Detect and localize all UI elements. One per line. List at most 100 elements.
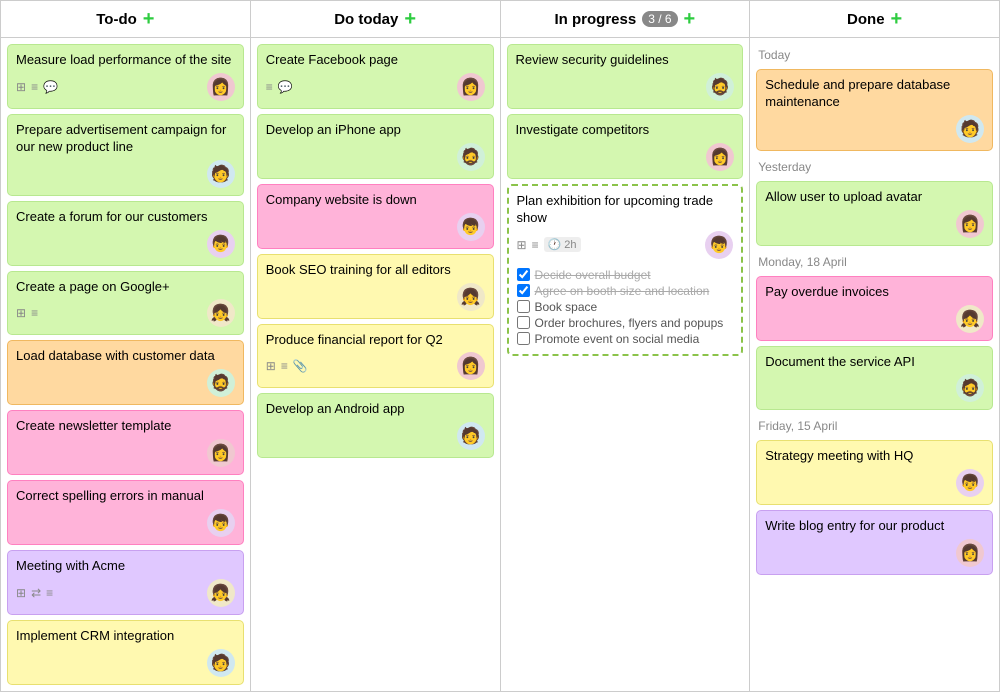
checkbox-4[interactable] xyxy=(517,316,530,329)
card-c9[interactable]: Implement CRM integration 🧑 xyxy=(7,620,244,685)
checkbox-5[interactable] xyxy=(517,332,530,345)
card-c6[interactable]: Create newsletter template 👩 xyxy=(7,410,244,475)
card-c3[interactable]: Create a forum for our customers 👦 xyxy=(7,201,244,266)
avatar-c3: 👦 xyxy=(207,230,235,258)
add-dotoday-button[interactable]: + xyxy=(404,9,416,29)
card-p2[interactable]: Investigate competitors 👩 xyxy=(507,114,744,179)
card-icons-d5: ⊞ ≡ 📎 xyxy=(266,359,308,373)
avatar-d2: 🧔 xyxy=(457,143,485,171)
avatar-d5: 👩 xyxy=(457,352,485,380)
todo-body: Measure load performance of the site ⊞ ≡… xyxy=(1,38,250,691)
card-title-p2: Investigate competitors xyxy=(516,122,735,139)
avatar-c5: 🧔 xyxy=(207,369,235,397)
card-d3[interactable]: Company website is down 👦 xyxy=(257,184,494,249)
card-footer-c6: 👩 xyxy=(16,439,235,467)
avatar-p2: 👩 xyxy=(706,143,734,171)
add-inprogress-button[interactable]: + xyxy=(684,9,696,29)
card-d6[interactable]: Develop an Android app 🧑 xyxy=(257,393,494,458)
card-c4[interactable]: Create a page on Google+ ⊞ ≡ 👧 xyxy=(7,271,244,336)
grid-icon: ⊞ xyxy=(16,586,26,600)
card-dn2[interactable]: Allow user to upload avatar 👩 xyxy=(756,181,993,246)
card-title-d2: Develop an iPhone app xyxy=(266,122,485,139)
card-icons-c8: ⊞ ⇄ ≡ xyxy=(16,586,53,600)
avatar-d6: 🧑 xyxy=(457,422,485,450)
avatar-dn5: 👦 xyxy=(956,469,984,497)
card-footer-c1: ⊞ ≡ 💬 👩 xyxy=(16,73,235,101)
card-p1[interactable]: Review security guidelines 🧔 xyxy=(507,44,744,109)
card-footer-d2: 🧔 xyxy=(266,143,485,171)
card-footer-c7: 👦 xyxy=(16,509,235,537)
column-inprogress: In progress 3 / 6 + Review security guid… xyxy=(501,1,751,691)
column-title-dotoday: Do today xyxy=(334,11,398,28)
grid-icon: ⊞ xyxy=(16,306,26,320)
list-icon: ≡ xyxy=(266,80,273,94)
card-title-p3: Plan exhibition for upcoming trade show xyxy=(517,193,734,227)
card-icons-d1: ≡ 💬 xyxy=(266,80,293,94)
column-header-done: Done + xyxy=(750,1,999,38)
list-icon: ≡ xyxy=(31,80,38,94)
list-icon: ≡ xyxy=(281,359,288,373)
clip-icon: 📎 xyxy=(293,359,308,373)
avatar-c6: 👩 xyxy=(207,439,235,467)
card-dn1[interactable]: Schedule and prepare database maintenanc… xyxy=(756,69,993,151)
card-dn3[interactable]: Pay overdue invoices 👧 xyxy=(756,276,993,341)
card-footer-dn1: 🧑 xyxy=(765,115,984,143)
card-title-c2: Prepare advertisement campaign for our n… xyxy=(16,122,235,156)
card-dn6[interactable]: Write blog entry for our product 👩 xyxy=(756,510,993,575)
card-d5[interactable]: Produce financial report for Q2 ⊞ ≡ 📎 👩 xyxy=(257,324,494,389)
card-c8[interactable]: Meeting with Acme ⊞ ⇄ ≡ 👧 xyxy=(7,550,244,615)
checklist-item-1: Decide overall budget xyxy=(517,267,734,283)
card-title-d1: Create Facebook page xyxy=(266,52,485,69)
checklist-item-5: Promote event on social media xyxy=(517,331,734,347)
time-value: 2h xyxy=(564,239,576,251)
avatar-dn2: 👩 xyxy=(956,210,984,238)
card-d4[interactable]: Book SEO training for all editors 👧 xyxy=(257,254,494,319)
repeat-icon: ⇄ xyxy=(31,586,41,600)
card-c2[interactable]: Prepare advertisement campaign for our n… xyxy=(7,114,244,196)
card-c1[interactable]: Measure load performance of the site ⊞ ≡… xyxy=(7,44,244,109)
card-title-d6: Develop an Android app xyxy=(266,401,485,418)
progress-badge: 3 / 6 xyxy=(642,11,677,27)
card-title-c1: Measure load performance of the site xyxy=(16,52,235,69)
column-title-done: Done xyxy=(847,11,885,28)
avatar-d1: 👩 xyxy=(457,73,485,101)
card-title-c7: Correct spelling errors in manual xyxy=(16,488,235,505)
card-d2[interactable]: Develop an iPhone app 🧔 xyxy=(257,114,494,179)
checklist-label-3: Book space xyxy=(535,300,598,314)
avatar-dn6: 👩 xyxy=(956,539,984,567)
card-footer-c8: ⊞ ⇄ ≡ 👧 xyxy=(16,579,235,607)
card-footer-d3: 👦 xyxy=(266,213,485,241)
card-footer-c4: ⊞ ≡ 👧 xyxy=(16,299,235,327)
avatar-c4: 👧 xyxy=(207,299,235,327)
checkbox-2[interactable] xyxy=(517,284,530,297)
avatar-p3: 👦 xyxy=(705,231,733,259)
card-d1[interactable]: Create Facebook page ≡ 💬 👩 xyxy=(257,44,494,109)
avatar-c2: 🧑 xyxy=(207,160,235,188)
card-footer-dn3: 👧 xyxy=(765,305,984,333)
checklist-item-2: Agree on booth size and location xyxy=(517,283,734,299)
list-icon: ≡ xyxy=(532,238,539,252)
card-footer-p1: 🧔 xyxy=(516,73,735,101)
list-icon: ≡ xyxy=(31,306,38,320)
date-label-friday: Friday, 15 April xyxy=(756,415,993,435)
column-done: Done + Today Schedule and prepare databa… xyxy=(750,1,999,691)
avatar-d4: 👧 xyxy=(457,283,485,311)
avatar-c9: 🧑 xyxy=(207,649,235,677)
card-p3[interactable]: Plan exhibition for upcoming trade show … xyxy=(507,184,744,356)
avatar-c7: 👦 xyxy=(207,509,235,537)
checkbox-1[interactable] xyxy=(517,268,530,281)
checkbox-3[interactable] xyxy=(517,300,530,313)
grid-icon: ⊞ xyxy=(266,359,276,373)
card-c5[interactable]: Load database with customer data 🧔 xyxy=(7,340,244,405)
card-dn5[interactable]: Strategy meeting with HQ 👦 xyxy=(756,440,993,505)
add-todo-button[interactable]: + xyxy=(143,9,155,29)
add-done-button[interactable]: + xyxy=(891,9,903,29)
avatar-dn3: 👧 xyxy=(956,305,984,333)
checklist-label-4: Order brochures, flyers and popups xyxy=(535,316,724,330)
card-dn4[interactable]: Document the service API 🧔 xyxy=(756,346,993,411)
column-title-inprogress: In progress xyxy=(555,11,637,28)
card-title-dn4: Document the service API xyxy=(765,354,984,371)
avatar-c8: 👧 xyxy=(207,579,235,607)
card-title-dn3: Pay overdue invoices xyxy=(765,284,984,301)
card-c7[interactable]: Correct spelling errors in manual 👦 xyxy=(7,480,244,545)
